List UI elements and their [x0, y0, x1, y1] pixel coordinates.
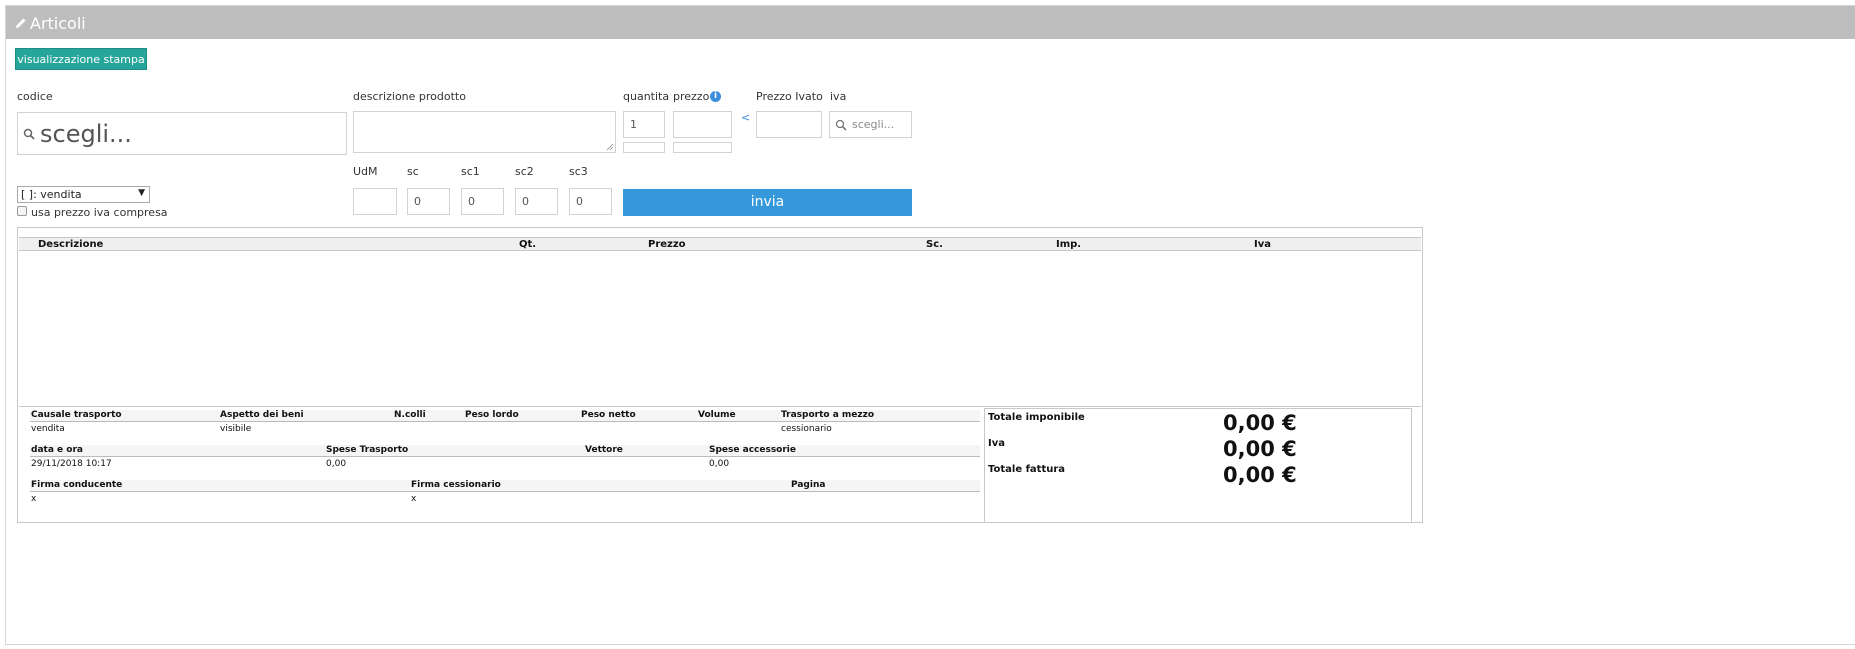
hdr-firma-cessionario: Firma cessionario	[411, 480, 501, 490]
tipo-select[interactable]: [ ]: vendita ▼	[17, 186, 150, 203]
firma-conducente-value: x	[31, 494, 37, 504]
prezzo-ivato-label: Prezzo Ivato	[756, 90, 823, 103]
usa-prezzo-checkbox[interactable]	[17, 206, 27, 216]
hdr-data-ora: data e ora	[31, 445, 83, 455]
invia-button[interactable]: invia	[623, 189, 912, 216]
tipo-select-value: [ ]: vendita	[21, 188, 82, 201]
descrizione-textarea[interactable]	[353, 111, 616, 153]
quantita-sub-input[interactable]	[623, 142, 665, 153]
spese-accessorie-value: 0,00	[709, 459, 730, 469]
search-icon	[835, 119, 847, 131]
totale-imponibile-value: 0,00 €	[1223, 411, 1297, 435]
usa-prezzo-label: usa prezzo iva compresa	[31, 206, 168, 219]
descrizione-label: descrizione prodotto	[353, 90, 466, 103]
sc2-input[interactable]	[515, 188, 558, 215]
quantita-input[interactable]	[623, 111, 665, 138]
hdr-volume: Volume	[698, 410, 736, 420]
totals-box: Totale imponibile 0,00 € Iva 0,00 € Tota…	[984, 408, 1412, 523]
codice-placeholder: scegli...	[40, 120, 132, 148]
prezzo-sub-input[interactable]	[673, 142, 732, 153]
resize-grip-icon[interactable]	[606, 143, 614, 151]
sc3-input[interactable]	[569, 188, 612, 215]
sc2-label: sc2	[515, 165, 534, 178]
prezzo-input[interactable]	[673, 111, 732, 138]
hdr-ncolli: N.colli	[394, 410, 426, 420]
hdr-firma-conducente: Firma conducente	[31, 480, 123, 490]
aspetto-value: visibile	[220, 424, 252, 434]
totale-fattura-value: 0,00 €	[1223, 463, 1297, 487]
col-descrizione[interactable]: Descrizione	[38, 239, 103, 250]
sc1-input[interactable]	[461, 188, 504, 215]
hdr-aspetto: Aspetto dei beni	[220, 410, 304, 420]
hdr-spese-accessorie: Spese accessorie	[709, 445, 796, 455]
hdr-trasporto-mezzo: Trasporto a mezzo	[781, 410, 875, 420]
trasporto-header-row-3: Firma conducente Firma cessionario Pagin…	[30, 480, 980, 492]
hdr-vettore: Vettore	[585, 445, 623, 455]
codice-search-field[interactable]: scegli...	[17, 112, 347, 155]
panel-title: Articoli	[30, 14, 86, 33]
firma-cessionario-value: x	[411, 494, 417, 504]
panel-header: Articoli	[6, 6, 1855, 39]
sc-input[interactable]	[407, 188, 450, 215]
iva-label: iva	[830, 90, 847, 103]
causale-value: vendita	[31, 424, 65, 434]
info-icon[interactable]: i	[710, 91, 721, 102]
quantita-label: quantita	[623, 90, 670, 103]
codice-label: codice	[17, 90, 53, 103]
grid-header: Descrizione Qt. Prezzo Sc. Imp. Iva	[19, 237, 1421, 251]
search-icon	[23, 128, 35, 140]
pencil-icon	[16, 18, 26, 28]
caret-down-icon: ▼	[138, 188, 145, 198]
hdr-pagina: Pagina	[791, 480, 826, 490]
mezzo-value: cessionario	[781, 424, 832, 434]
prezzo-ivato-input[interactable]	[756, 111, 822, 138]
col-imp[interactable]: Imp.	[1056, 239, 1081, 250]
grid-body	[19, 251, 1421, 407]
sc-label: sc	[407, 165, 419, 178]
spese-trasporto-value: 0,00	[326, 459, 347, 469]
totale-imponibile-label: Totale imponibile	[988, 412, 1085, 423]
col-qt[interactable]: Qt.	[519, 239, 536, 250]
iva-total-value: 0,00 €	[1223, 437, 1297, 461]
trasporto-header-row-2: data e ora Spese Trasporto Vettore Spese…	[30, 445, 980, 457]
sc1-label: sc1	[461, 165, 480, 178]
prezzo-label: prezzo	[673, 90, 710, 103]
trasporto-header-row-1: Causale trasporto Aspetto dei beni N.col…	[30, 410, 980, 422]
col-sc[interactable]: Sc.	[926, 239, 943, 250]
hdr-spese-trasporto: Spese Trasporto	[326, 445, 409, 455]
totale-fattura-label: Totale fattura	[988, 464, 1066, 475]
iva-search-field[interactable]: scegli...	[829, 111, 912, 138]
data-ora-value: 29/11/2018 10:17	[31, 459, 112, 469]
hdr-peso-netto: Peso netto	[581, 410, 636, 420]
copy-price-arrow[interactable]: <	[741, 111, 750, 124]
print-view-button[interactable]: visualizzazione stampa	[15, 48, 147, 70]
iva-placeholder: scegli...	[852, 118, 895, 131]
udm-input[interactable]	[353, 188, 397, 215]
udm-label: UdM	[353, 165, 378, 178]
hdr-peso-lordo: Peso lordo	[465, 410, 519, 420]
hdr-causale: Causale trasporto	[31, 410, 122, 420]
sc3-label: sc3	[569, 165, 588, 178]
col-iva[interactable]: Iva	[1254, 239, 1271, 250]
col-prezzo[interactable]: Prezzo	[648, 239, 686, 250]
iva-total-label: Iva	[988, 438, 1005, 449]
